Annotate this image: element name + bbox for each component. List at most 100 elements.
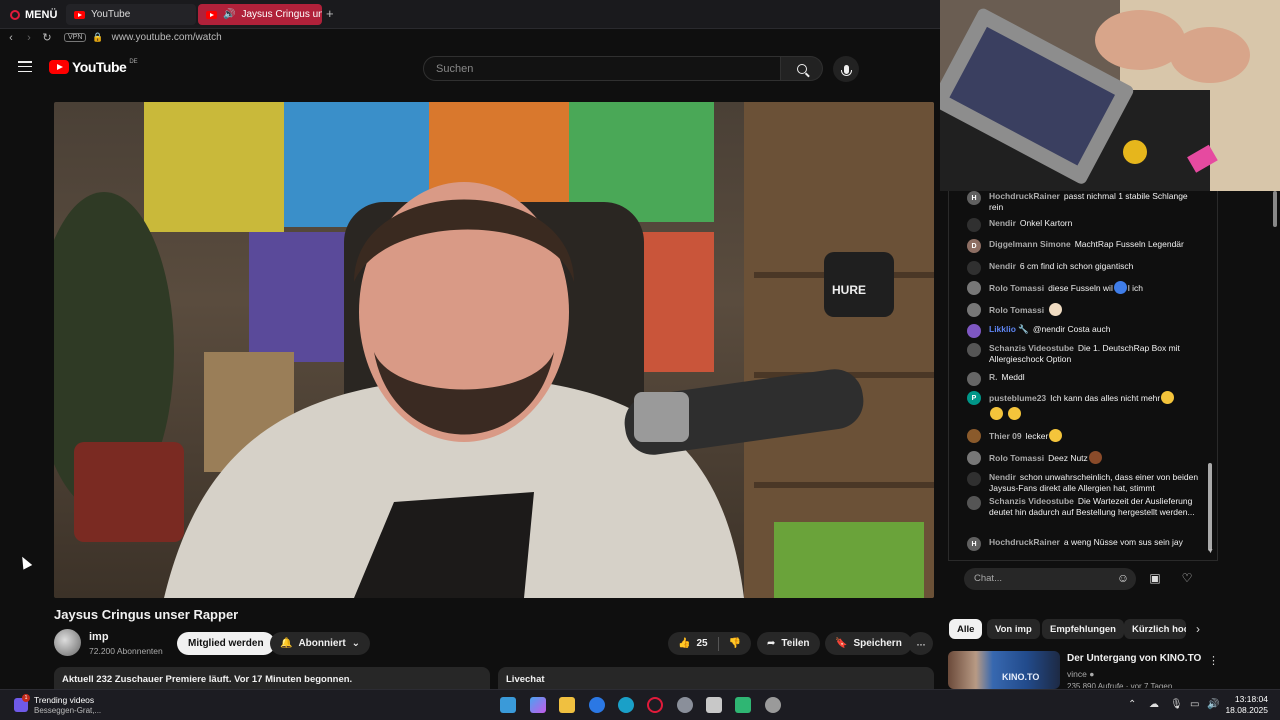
channel-avatar[interactable]	[54, 629, 81, 656]
mic-tray-icon[interactable]: 🎙	[1170, 699, 1183, 710]
chat-author[interactable]: pusteblume23	[989, 393, 1046, 403]
chat-message-list[interactable]: H HochdruckRainer passt nichmal 1 stabile …	[949, 191, 1211, 555]
recommendation-thumbnail[interactable]: KINO.TO	[948, 651, 1060, 689]
chat-avatar[interactable]	[967, 429, 981, 443]
chat-avatar[interactable]	[967, 324, 981, 338]
chat-author[interactable]: R.	[989, 372, 998, 382]
chat-author[interactable]: HochdruckRainer	[989, 537, 1060, 547]
search-input[interactable]: Suchen	[423, 56, 781, 81]
channel-name[interactable]: imp	[89, 631, 109, 643]
page-scrollbar[interactable]	[1273, 191, 1277, 227]
recommendation-title[interactable]: Der Untergang von KINO.TO	[1067, 653, 1201, 664]
chat-avatar[interactable]	[967, 496, 981, 510]
emoji-icon[interactable]: ☺	[1116, 571, 1130, 585]
tray-chevron-up-icon[interactable]: ⌃	[1128, 699, 1136, 710]
join-button[interactable]: Mitglied werden	[177, 632, 275, 655]
search-button[interactable]	[781, 56, 823, 81]
more-actions-button[interactable]: ···	[908, 632, 933, 655]
chat-input[interactable]: Chat...	[964, 568, 1136, 590]
subscribed-button[interactable]: 🔔 Abonniert ⌄	[270, 632, 371, 655]
tab-active-video[interactable]: 🔊 Jaysus Cringus unser	[198, 4, 322, 25]
microphone-grille	[634, 392, 689, 442]
chat-author[interactable]: Nendir	[989, 472, 1016, 482]
vpn-badge[interactable]: VPN	[64, 33, 87, 42]
super-chat-icon[interactable]: ▣	[1148, 571, 1162, 585]
url-field[interactable]: www.youtube.com/watch	[112, 32, 222, 43]
copilot-icon[interactable]	[530, 697, 546, 713]
chat-avatar[interactable]	[967, 472, 981, 486]
bookmark-icon: 🔖	[835, 638, 848, 649]
chat-avatar[interactable]: H	[967, 191, 981, 205]
chip-recently-uploaded[interactable]: Kürzlich hochgeladen	[1124, 619, 1186, 639]
chip-from-channel[interactable]: Von imp	[987, 619, 1040, 639]
chat-avatar[interactable]	[967, 261, 981, 275]
forward-icon[interactable]: ›	[20, 32, 38, 44]
chevron-right-icon[interactable]: ›	[1196, 622, 1200, 636]
browser-menu-button[interactable]: MENÜ	[4, 4, 64, 25]
chat-scrollbar[interactable]	[1208, 463, 1212, 551]
livechat-header[interactable]: Livechat	[498, 667, 934, 689]
chat-author[interactable]: Rolo Tomassi	[989, 305, 1044, 315]
lock-icon[interactable]: 🔒	[92, 32, 103, 43]
description-box[interactable]: Aktuell 232 Zuschauer Premiere läuft. Vo…	[54, 667, 490, 689]
chat-author[interactable]: HochdruckRainer	[989, 191, 1060, 201]
recommendation-channel[interactable]: vince ●	[1067, 669, 1094, 679]
app-blue-icon[interactable]	[589, 697, 605, 713]
chat-avatar[interactable]	[967, 303, 981, 317]
chip-all[interactable]: Alle	[949, 619, 983, 639]
chat-author[interactable]: Likklio 🔧	[989, 324, 1029, 334]
volume-icon[interactable]: 🔊	[1207, 699, 1219, 710]
chat-avatar[interactable]: P	[967, 391, 981, 405]
opera-icon[interactable]	[647, 697, 663, 713]
chat-author[interactable]: Thier 09	[989, 431, 1022, 441]
chat-message: Nendir Onkel Kartorn	[967, 218, 1203, 232]
chat-avatar[interactable]	[967, 372, 981, 386]
settings-gear-icon[interactable]	[677, 697, 693, 713]
save-button[interactable]: 🔖 Speichern	[825, 632, 912, 655]
share-button[interactable]: ➦ Teilen	[757, 632, 820, 655]
news-subtitle[interactable]: Besseggen-Grat,...	[34, 706, 101, 715]
chat-author[interactable]: Rolo Tomassi	[989, 283, 1044, 293]
chat-avatar[interactable]	[967, 451, 981, 465]
more-vert-icon[interactable]: ⋮	[1208, 654, 1219, 667]
heart-icon[interactable]: ♡	[1180, 571, 1194, 585]
tab-youtube[interactable]: YouTube	[66, 4, 196, 25]
chat-avatar[interactable]: H	[967, 537, 981, 551]
painting-red	[634, 232, 714, 372]
clock[interactable]: 13:18:04 18.08.2025	[1224, 694, 1268, 716]
file-explorer-icon[interactable]	[559, 697, 575, 713]
youtube-logo[interactable]: YouTube DE	[49, 59, 138, 75]
video-player[interactable]: HURE	[54, 102, 934, 598]
chat-author[interactable]: Nendir	[989, 261, 1016, 271]
start-icon[interactable]	[500, 697, 516, 713]
chat-author[interactable]: Schanzis Videostube	[989, 343, 1074, 353]
chat-message-body: R. Meddl	[989, 372, 1025, 386]
display-icon[interactable]: ▭	[1190, 699, 1199, 710]
chat-author[interactable]: Diggelmann Simone	[989, 239, 1071, 249]
chip-recommendations[interactable]: Empfehlungen	[1042, 619, 1124, 639]
chat-avatar[interactable]: D	[967, 239, 981, 253]
news-title[interactable]: Trending videos	[34, 695, 94, 705]
chevron-down-icon[interactable]: ▼	[1207, 548, 1214, 555]
hamburger-menu-icon[interactable]	[18, 61, 32, 72]
chat-avatar[interactable]	[967, 281, 981, 295]
voice-search-button[interactable]	[833, 56, 859, 82]
app-recording-icon[interactable]	[765, 697, 781, 713]
like-count[interactable]: 25	[696, 638, 707, 649]
app-green-icon[interactable]	[735, 697, 751, 713]
chat-avatar[interactable]	[967, 343, 981, 357]
chat-author[interactable]: Nendir	[989, 218, 1016, 228]
edge-icon[interactable]	[618, 697, 634, 713]
tab-label: Jaysus Cringus unser	[241, 9, 322, 20]
chat-avatar[interactable]	[967, 218, 981, 232]
new-tab-button[interactable]: +	[326, 6, 334, 21]
cloud-icon[interactable]: ☁	[1149, 699, 1159, 710]
chat-author[interactable]: Rolo Tomassi	[989, 453, 1044, 463]
app-tool-icon[interactable]	[706, 697, 722, 713]
reload-icon[interactable]: ↻	[38, 31, 56, 44]
chat-author[interactable]: Schanzis Videostube	[989, 496, 1074, 506]
back-icon[interactable]: ‹	[2, 32, 20, 44]
dislike-icon[interactable]: 👎	[729, 638, 741, 649]
like-icon[interactable]: 👍	[678, 638, 690, 649]
video-title: Jaysus Cringus unser Rapper	[54, 607, 239, 622]
